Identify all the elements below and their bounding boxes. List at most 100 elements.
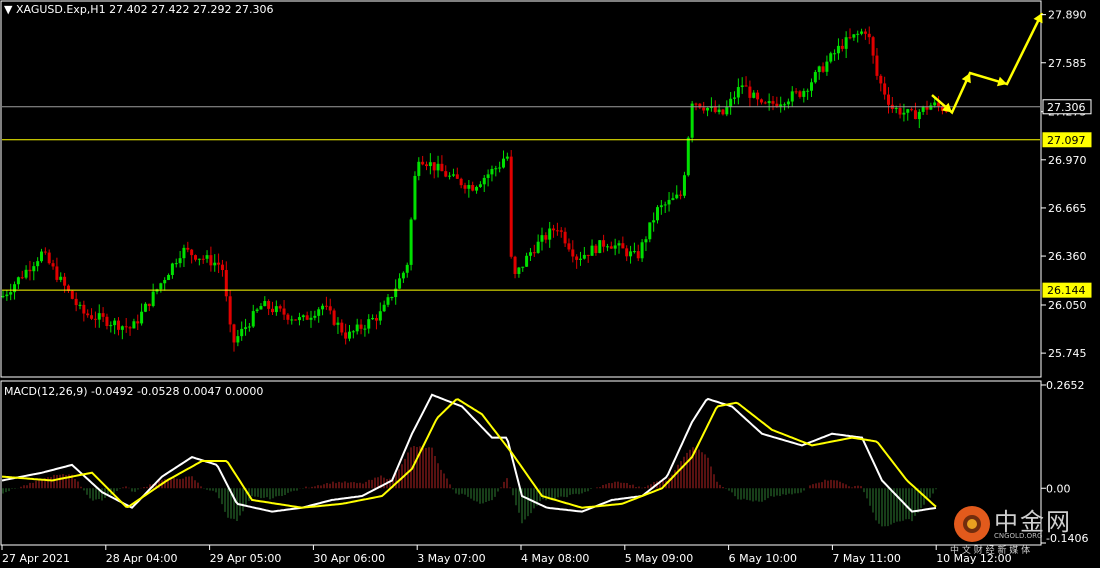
candle-body [382, 304, 386, 312]
candle-body [686, 137, 690, 176]
candle-body [810, 82, 813, 91]
candle-body [5, 294, 9, 297]
candle-body [16, 277, 20, 285]
candle-body [217, 262, 221, 265]
candle-body [486, 174, 490, 178]
candle-body [502, 158, 505, 168]
candle-body [425, 164, 428, 167]
candle-body [552, 228, 556, 231]
chevron-down-icon[interactable]: ▼ [4, 3, 12, 16]
candle-body [648, 222, 652, 240]
candle-body [143, 303, 147, 312]
candle-body [513, 256, 517, 274]
candle-body [348, 331, 351, 339]
candle-body [93, 318, 97, 320]
candle-body [917, 111, 921, 120]
candle-body [740, 85, 744, 88]
watermark-tagline: 中 文 财 经 新 媒 体 [950, 546, 1031, 556]
candle-body [63, 276, 67, 286]
candle-body [475, 186, 479, 191]
candle-body [910, 109, 914, 111]
candle-body [613, 245, 617, 249]
candle-body [386, 297, 390, 305]
candle-body [282, 308, 286, 315]
macd-tick-label: 0.00 [1046, 482, 1071, 495]
candle-body [205, 255, 209, 259]
candle-body [9, 292, 13, 295]
candle-body [725, 106, 729, 115]
candle-body [244, 327, 248, 329]
candle-body [860, 31, 864, 34]
candle-body [247, 326, 251, 328]
candle-body [759, 99, 763, 103]
candle-body [51, 263, 55, 267]
candle-body [32, 266, 36, 272]
candle-body [324, 305, 328, 307]
candle-body [867, 33, 871, 38]
candle-body [109, 325, 113, 327]
candle-body [517, 267, 521, 274]
candle-body [632, 251, 636, 253]
candle-body [209, 255, 213, 266]
current-price-tag: 27.306 [1047, 101, 1086, 114]
candle-body [790, 91, 794, 102]
candle-body [525, 255, 529, 267]
candle-body [317, 309, 321, 316]
candle-body [571, 249, 575, 257]
time-tick-label: 28 Apr 04:00 [106, 552, 178, 565]
price-tick-label: 26.970 [1048, 154, 1087, 167]
candle-body [582, 254, 586, 259]
candle-body [605, 246, 609, 248]
candle-body [163, 280, 167, 284]
candle-body [744, 85, 748, 87]
candle-body [794, 91, 798, 93]
candle-body [629, 251, 633, 257]
trading-chart[interactable]: 27.89027.58527.27526.97026.66526.36026.0… [0, 0, 1100, 568]
candle-body [351, 331, 355, 333]
candle-body [594, 245, 598, 254]
candle-body [736, 87, 740, 98]
candle-body [47, 252, 51, 264]
time-tick-label: 29 Apr 05:00 [210, 552, 282, 565]
candle-body [313, 315, 317, 318]
candle-body [671, 198, 675, 200]
candle-body [301, 315, 305, 318]
candle-body [390, 297, 394, 299]
candle-body [151, 291, 155, 306]
candle-body [182, 247, 186, 259]
macd-tick-label: 0.2652 [1046, 379, 1085, 392]
candle-body [702, 107, 706, 111]
candle-body [679, 194, 683, 196]
candle-body [78, 304, 82, 306]
candle-body [752, 92, 756, 98]
time-tick-label: 3 May 07:00 [417, 552, 485, 565]
candle-body [159, 283, 163, 290]
candle-body [775, 103, 779, 107]
candle-body [398, 278, 402, 289]
candle-body [694, 103, 698, 105]
candle-body [463, 185, 467, 189]
watermark-logo: 中金网 CNGOLD.ORG 中 文 财 经 新 媒 体 [950, 500, 1090, 560]
price-panel[interactable] [0, 0, 1042, 378]
candle-body [405, 264, 409, 273]
candle-body [833, 53, 837, 55]
candle-body [367, 319, 371, 329]
time-tick-label: 4 May 08:00 [521, 552, 589, 565]
time-tick-label: 6 May 10:00 [729, 552, 797, 565]
candle-body [97, 313, 101, 320]
macd-header: MACD(12,26,9) -0.0492 -0.0528 0.0047 0.0… [4, 385, 263, 398]
candle-body [274, 306, 278, 313]
candle-body [863, 31, 867, 34]
price-tick-label: 25.745 [1048, 347, 1087, 360]
candle-body [675, 194, 679, 199]
candle-body [798, 91, 802, 97]
candle-body [328, 306, 332, 311]
candle-body [201, 258, 205, 260]
candle-body [887, 94, 890, 105]
candle-body [829, 53, 833, 62]
time-tick-label: 27 Apr 2021 [2, 552, 70, 565]
candle-body [883, 83, 887, 95]
candle-body [363, 328, 367, 330]
candle-body [540, 235, 544, 242]
candle-body [140, 311, 144, 324]
